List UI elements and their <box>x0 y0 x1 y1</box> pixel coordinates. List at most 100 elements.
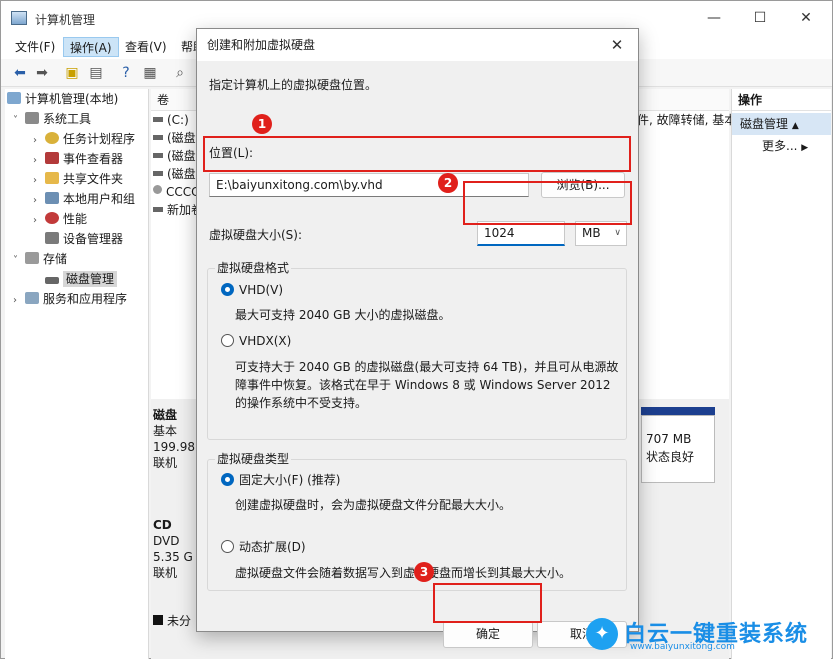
cd-name: CD <box>153 518 172 532</box>
tree-task-scheduler[interactable]: › 任务计划程序 <box>33 129 135 149</box>
storage-icon <box>25 252 39 264</box>
volume-icon <box>153 171 163 176</box>
partition-box[interactable]: 707 MB 状态良好 <box>641 415 715 483</box>
step-2-badge: 2 <box>438 173 458 193</box>
bird-icon: ✦ <box>586 618 618 650</box>
tree-local-users[interactable]: › 本地用户和组 <box>33 189 135 209</box>
up-folder-icon[interactable]: ▣ <box>63 64 81 82</box>
help-icon[interactable]: ? <box>117 64 135 82</box>
size-label: 虚拟硬盘大小(S): <box>209 228 303 242</box>
volume-row[interactable]: (磁盘 <box>153 129 196 147</box>
actions-disk-management[interactable]: 磁盘管理 ▲ <box>732 113 831 135</box>
minimize-button[interactable]: — <box>691 5 737 31</box>
chevron-down-icon[interactable]: ˅ <box>13 111 25 131</box>
event-viewer-icon <box>45 152 59 164</box>
partition-size: 707 MB <box>646 432 692 446</box>
disk-name: 磁盘 <box>153 408 178 422</box>
fixed-size-description: 创建虚拟硬盘时，会为虚拟硬盘文件分配最大大小。 <box>235 498 512 512</box>
highlight-size <box>463 181 632 225</box>
vhdx-label[interactable]: VHDX(X) <box>239 333 291 349</box>
chevron-right-icon[interactable]: › <box>33 151 45 171</box>
maximize-button[interactable]: ☐ <box>737 5 783 31</box>
volume-icon <box>153 117 163 122</box>
tree-services[interactable]: › 服务和应用程序 <box>13 289 127 309</box>
volume-icon <box>153 135 163 140</box>
disk-size: 199.98 <box>153 440 195 454</box>
chevron-right-icon[interactable]: › <box>33 211 45 231</box>
navigation-tree: 计算机管理(本地) ˅ 系统工具 › 任务计划程序 › 事件查看器 › 共享文件夹 › 本… <box>5 89 149 659</box>
cd-size: 5.35 G <box>153 550 193 564</box>
tree-root[interactable]: 计算机管理(本地) <box>7 89 118 109</box>
menu-file[interactable]: 文件(F) <box>9 37 61 57</box>
vhd-radio[interactable] <box>221 283 234 296</box>
actions-header: 操作 <box>732 89 831 111</box>
partition-status: 状态良好 <box>646 450 695 464</box>
tree-shared-folders[interactable]: › 共享文件夹 <box>33 169 123 189</box>
vhdx-description-line2: 障事件中恢复。该格式在早于 Windows 8 或 Windows Server… <box>235 378 611 392</box>
fixed-size-label[interactable]: 固定大小(F) (推荐) <box>239 472 340 488</box>
step-3-badge: 3 <box>414 562 434 582</box>
collapse-arrow-icon[interactable]: ▲ <box>792 121 799 131</box>
tree-device-manager[interactable]: 设备管理器 <box>45 229 123 249</box>
highlight-location <box>203 136 631 172</box>
chevron-right-icon[interactable]: › <box>33 191 45 211</box>
vhd-label[interactable]: VHD(V) <box>239 282 283 298</box>
tree-event-viewer[interactable]: › 事件查看器 <box>33 149 123 169</box>
tree-disk-management[interactable]: 磁盘管理 <box>45 269 118 289</box>
vhdx-radio[interactable] <box>221 334 234 347</box>
cd-rom-card[interactable]: CD DVD 5.35 G 联机 <box>153 517 197 581</box>
tree-storage[interactable]: ˅ 存储 <box>13 249 67 269</box>
actions-pane: 操作 磁盘管理 ▲ 更多... ▶ <box>731 89 831 659</box>
menu-action[interactable]: 操作(A) <box>63 37 119 57</box>
chevron-right-icon[interactable]: › <box>33 131 45 151</box>
disk-type: 基本 <box>153 424 178 438</box>
shared-folder-icon <box>45 172 59 184</box>
dynamic-radio[interactable] <box>221 540 234 553</box>
cd-icon <box>153 185 162 194</box>
cd-type: DVD <box>153 534 180 548</box>
unallocated-swatch <box>153 615 163 625</box>
vhd-description: 最大可支持 2040 GB 大小的虚拟磁盘。 <box>235 308 451 322</box>
tools-icon <box>25 112 39 124</box>
chevron-right-icon[interactable]: › <box>13 291 25 311</box>
volume-icon <box>153 153 163 158</box>
fixed-size-radio[interactable] <box>221 473 234 486</box>
disk-icon <box>45 277 59 284</box>
users-icon <box>45 192 59 204</box>
ok-button[interactable]: 确定 <box>443 621 533 648</box>
chevron-right-icon[interactable]: › <box>33 171 45 191</box>
dialog-close-icon[interactable]: ✕ <box>604 31 630 59</box>
connect-icon[interactable]: ⌕ <box>171 64 189 82</box>
computer-icon <box>7 92 21 104</box>
show-hide-tree-icon[interactable]: ▤ <box>87 64 105 82</box>
forward-arrow-icon[interactable]: ➡ <box>33 64 51 82</box>
performance-icon <box>45 212 59 224</box>
volume-row[interactable]: CCCC <box>153 183 200 201</box>
close-window-button[interactable]: ✕ <box>783 5 829 31</box>
volume-row[interactable]: (磁盘 <box>153 147 196 165</box>
watermark-logo: ✦ 白云一键重装系统 www.baiyunxitong.com <box>582 614 832 656</box>
tree-performance[interactable]: › 性能 <box>33 209 87 229</box>
volume-row[interactable]: (磁盘 <box>153 165 196 183</box>
disk-0-card[interactable]: 磁盘 基本 199.98 联机 <box>153 407 197 471</box>
type-group-title: 虚拟硬盘类型 <box>215 451 292 467</box>
services-icon <box>25 292 39 304</box>
chevron-down-icon[interactable]: ˅ <box>13 251 25 271</box>
volume-row[interactable]: (C:) <box>153 111 189 129</box>
computer-management-icon <box>11 11 27 25</box>
actions-more[interactable]: 更多... ▶ <box>732 135 831 157</box>
tree-system-tools[interactable]: ˅ 系统工具 <box>13 109 91 129</box>
dynamic-description: 虚拟硬盘文件会随着数据写入到虚拟硬盘而增长到其最大大小。 <box>235 566 572 580</box>
vhdx-description-line3: 的操作系统中不受支持。 <box>235 396 368 410</box>
properties-icon[interactable]: ▦ <box>141 64 159 82</box>
menu-view[interactable]: 查看(V) <box>119 37 173 57</box>
cd-status: 联机 <box>153 566 178 580</box>
vhdx-description-line1: 可支持大于 2040 GB 的虚拟磁盘(最大可支持 64 TB)，并且可从电源故 <box>235 360 619 374</box>
dynamic-label[interactable]: 动态扩展(D) <box>239 539 306 555</box>
back-arrow-icon[interactable]: ⬅ <box>11 64 29 82</box>
chevron-down-icon: ∨ <box>614 228 621 238</box>
watermark-url: www.baiyunxitong.com <box>630 642 735 652</box>
device-manager-icon <box>45 232 59 244</box>
clock-icon <box>45 132 59 144</box>
volume-icon <box>153 207 163 212</box>
